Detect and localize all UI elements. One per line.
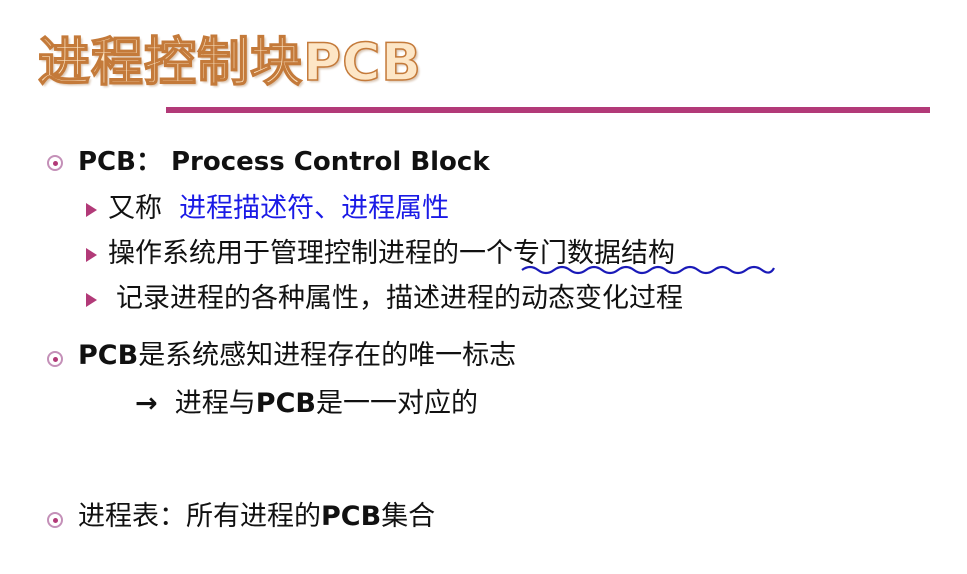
slide: 进程控制块PCB PCB： Process Control Block 又称 进…	[0, 0, 967, 574]
pcb-label: PCB	[78, 340, 139, 371]
bullet-pcb-unique-sign-text: 是系统感知进程存在的唯一标志	[138, 340, 517, 371]
bullet-process-table-prefix: 进程表：所有进程的	[78, 501, 321, 532]
triangle-bullet-icon	[86, 203, 97, 217]
slide-title: 进程控制块PCB	[37, 32, 422, 94]
sub-item-aka-highlight: 进程描述符、进程属性	[179, 193, 450, 224]
sub-item-aka-label: 又称	[108, 193, 162, 224]
triangle-bullet-icon	[86, 293, 97, 307]
bullet-process-table-rest: 集合	[381, 501, 436, 532]
sub-item-purpose-prefix: 操作系统用于管理控制进程的	[108, 238, 459, 269]
pcb-label: PCB	[255, 388, 316, 419]
bullet-pcb-unique-sign: PCB是系统感知进程存在的唯一标志	[78, 340, 516, 372]
sub-item-aka: 又称 进程描述符、进程属性	[108, 193, 449, 225]
arrow-line-rest: 是一一对应的	[315, 388, 478, 419]
bullet-ring-icon	[47, 155, 63, 171]
sub-item-record: 记录进程的各种属性，描述进程的动态变化过程	[116, 283, 683, 314]
right-arrow-icon: →	[135, 388, 158, 419]
wavy-underline-annotation	[521, 265, 775, 275]
triangle-bullet-icon	[86, 248, 97, 262]
arrow-line-prefix: 进程与	[174, 388, 256, 419]
bullet-pcb-definition: PCB： Process Control Block	[78, 147, 490, 177]
pcb-label: PCB	[321, 501, 382, 532]
arrow-line: → 进程与PCB是一一对应的	[135, 388, 478, 420]
bullet-process-table: 进程表：所有进程的PCB集合	[78, 501, 435, 533]
title-underline-rule	[166, 107, 930, 113]
bullet-ring-icon	[47, 512, 63, 528]
bullet-ring-icon	[47, 351, 63, 367]
